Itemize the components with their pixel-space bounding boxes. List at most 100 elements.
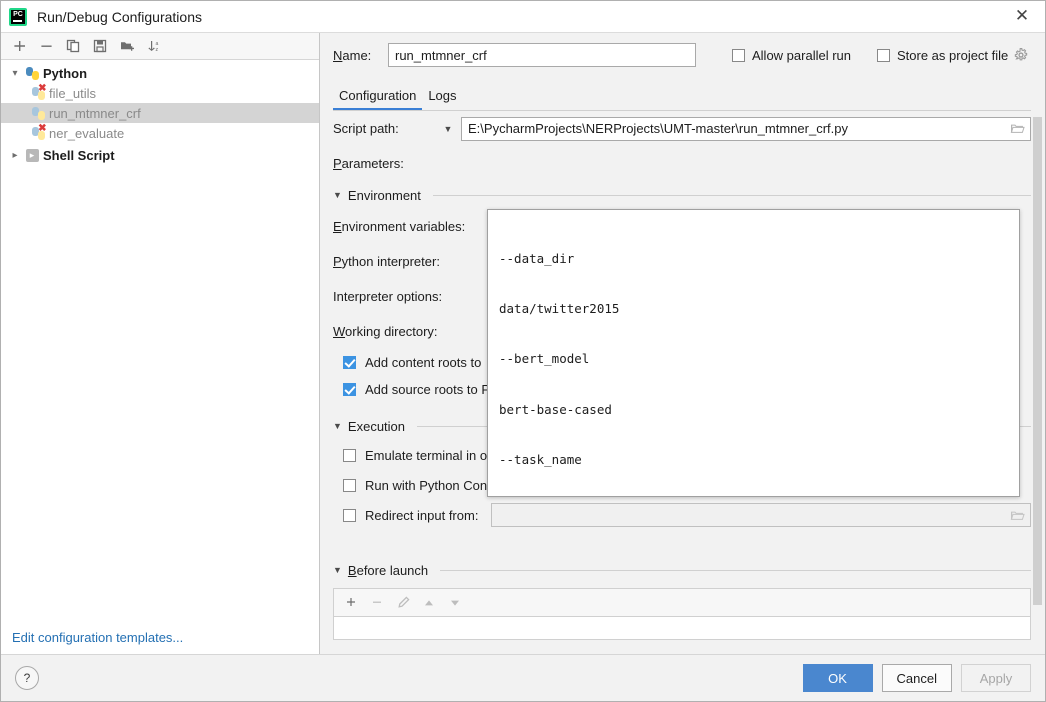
ok-button[interactable]: OK: [802, 664, 873, 692]
title-bar: PC Run/Debug Configurations ✕: [1, 1, 1045, 33]
configuration-tabs: Configuration Logs: [320, 77, 1045, 111]
pycharm-logo-icon: PC: [9, 7, 27, 26]
add-content-roots-label: Add content roots to: [365, 355, 482, 370]
before-launch-label: Before launch: [347, 562, 429, 578]
checkbox-box: [732, 48, 745, 62]
python-interpreter-label: Python interpreter:: [333, 254, 440, 269]
browse-folder-icon[interactable]: [1008, 509, 1026, 522]
invalid-marker-icon: ✖: [38, 122, 47, 134]
browse-folder-icon[interactable]: [1008, 122, 1026, 135]
invalid-marker-icon: ✖: [38, 82, 47, 94]
svg-text:z: z: [155, 47, 158, 53]
run-debug-configurations-dialog: PC Run/Debug Configurations ✕ a z ▾ Pyth…: [0, 0, 1046, 702]
working-directory-label: Working directory:: [333, 324, 438, 339]
tree-item-label: Python: [43, 65, 88, 81]
shell-script-icon: ▸: [23, 148, 41, 162]
configurations-sidebar: az ▾ Python ✖ file_utils run_mtmner_crf …: [1, 33, 320, 654]
configuration-scrollbar-thumb[interactable]: [1033, 117, 1042, 605]
store-as-project-file-checkbox[interactable]: Store as project file: [877, 48, 1008, 63]
before-launch-remove-button[interactable]: [366, 592, 388, 613]
name-input[interactable]: [388, 43, 696, 67]
save-configuration-button[interactable]: [88, 35, 112, 57]
script-path-mode-dropdown-icon[interactable]: ▼: [435, 124, 461, 134]
parameters-line: --task_name: [499, 452, 582, 468]
redirect-input-field[interactable]: [491, 503, 1031, 527]
python-file-icon: ✖: [29, 82, 47, 100]
tree-item-python[interactable]: ▾ Python: [1, 63, 319, 83]
new-folder-button[interactable]: [115, 35, 139, 57]
environment-section-header: ▼ Environment: [333, 181, 1031, 209]
checkbox-box: [343, 448, 356, 462]
script-path-input[interactable]: E:\PycharmProjects\NERProjects\UMT-maste…: [461, 116, 1031, 141]
close-icon[interactable]: ✕: [999, 1, 1045, 31]
before-launch-task-list[interactable]: [333, 616, 1031, 640]
chevron-right-icon[interactable]: ▸: [7, 150, 23, 161]
parameters-line: bert-base-cased: [499, 401, 612, 417]
tree-item-label: file_utils: [49, 85, 96, 101]
tab-logs[interactable]: Logs: [422, 88, 462, 111]
dialog-footer: ? OK Cancel Apply: [1, 654, 1045, 701]
before-launch-move-up-button[interactable]: [418, 592, 440, 613]
tree-item-file-utils[interactable]: ✖ file_utils: [1, 83, 319, 103]
allow-parallel-run-checkbox[interactable]: Allow parallel run: [732, 48, 851, 63]
sidebar-toolbar: az: [1, 33, 319, 60]
tab-configuration[interactable]: Configuration: [333, 88, 423, 111]
tree-item-label: run_mtmner_crf: [49, 105, 141, 121]
redirect-input-row: Redirect input from:: [333, 500, 1031, 530]
parameters-row: Parameters:: [333, 146, 1031, 181]
name-label: Name:: [333, 47, 372, 63]
apply-button[interactable]: Apply: [961, 664, 1031, 692]
python-file-icon: [29, 106, 47, 120]
add-source-roots-label: Add source roots to P: [365, 382, 491, 397]
script-path-row: Script path: ▼ E:\PycharmProjects\NERPro…: [333, 111, 1031, 146]
chevron-down-icon[interactable]: ▼: [333, 190, 342, 200]
checkbox-box: [877, 48, 890, 62]
cancel-button[interactable]: Cancel: [881, 664, 952, 692]
chevron-down-icon[interactable]: ▼: [333, 421, 342, 431]
help-button[interactable]: ?: [15, 666, 39, 690]
environment-variables-label: Environment variables:: [333, 219, 466, 234]
window-title: Run/Debug Configurations: [37, 8, 202, 25]
python-file-icon: ✖: [29, 122, 47, 140]
copy-configuration-button[interactable]: [61, 35, 85, 57]
before-launch-section-header: ▼ Before launch: [333, 556, 1031, 584]
redirect-input-label: Redirect input from:: [365, 507, 479, 523]
checkbox-box: [343, 356, 356, 369]
parameters-line: --data_dir: [499, 250, 575, 266]
tree-item-label: ner_evaluate: [49, 125, 125, 141]
sort-alphabetically-icon[interactable]: az: [142, 35, 166, 57]
configuration-scrollbar[interactable]: [1031, 77, 1044, 653]
gear-icon[interactable]: [1014, 48, 1028, 62]
parameters-line: --bert_model: [499, 351, 590, 367]
parameters-line: data/twitter2015: [499, 300, 620, 316]
allow-parallel-run-label: Allow parallel run: [752, 47, 851, 63]
tree-item-run-mtmner-crf[interactable]: run_mtmner_crf: [1, 103, 319, 123]
script-path-label: Script path:: [333, 121, 399, 136]
before-launch-add-button[interactable]: [340, 592, 362, 613]
tree-item-ner-evaluate[interactable]: ✖ ner_evaluate: [1, 123, 319, 143]
interpreter-options-label: Interpreter options:: [333, 289, 443, 304]
before-launch-panel: [333, 588, 1031, 640]
environment-section-label: Environment: [347, 187, 421, 203]
configurations-tree: ▾ Python ✖ file_utils run_mtmner_crf ✖ n…: [1, 60, 319, 620]
pencil-icon[interactable]: [392, 592, 414, 613]
edit-configuration-templates-link[interactable]: Edit configuration templates...: [1, 620, 319, 654]
execution-section-label: Execution: [347, 418, 406, 434]
before-launch-toolbar: [333, 588, 1031, 616]
name-row: Name: Allow parallel run Store as projec…: [320, 33, 1045, 77]
checkbox-box: [343, 478, 356, 492]
add-configuration-button[interactable]: [7, 35, 31, 57]
tree-item-shell-script[interactable]: ▸ ▸ Shell Script: [1, 145, 319, 165]
parameters-label: Parameters:: [333, 156, 404, 171]
chevron-down-icon[interactable]: ▼: [333, 565, 342, 575]
store-as-project-file-label: Store as project file: [897, 47, 1009, 63]
chevron-down-icon[interactable]: ▾: [7, 68, 23, 79]
python-icon: [23, 66, 41, 80]
redirect-input-checkbox[interactable]: [343, 508, 356, 522]
script-path-value: E:\PycharmProjects\NERProjects\UMT-maste…: [468, 121, 848, 136]
before-launch-move-down-button[interactable]: [444, 592, 466, 613]
dialog-body: az ▾ Python ✖ file_utils run_mtmner_crf …: [1, 33, 1045, 654]
parameters-popup-editor[interactable]: --data_dir data/twitter2015 --bert_model…: [487, 209, 1020, 497]
remove-configuration-button[interactable]: [34, 35, 58, 57]
tree-item-label: Shell Script: [43, 147, 115, 163]
